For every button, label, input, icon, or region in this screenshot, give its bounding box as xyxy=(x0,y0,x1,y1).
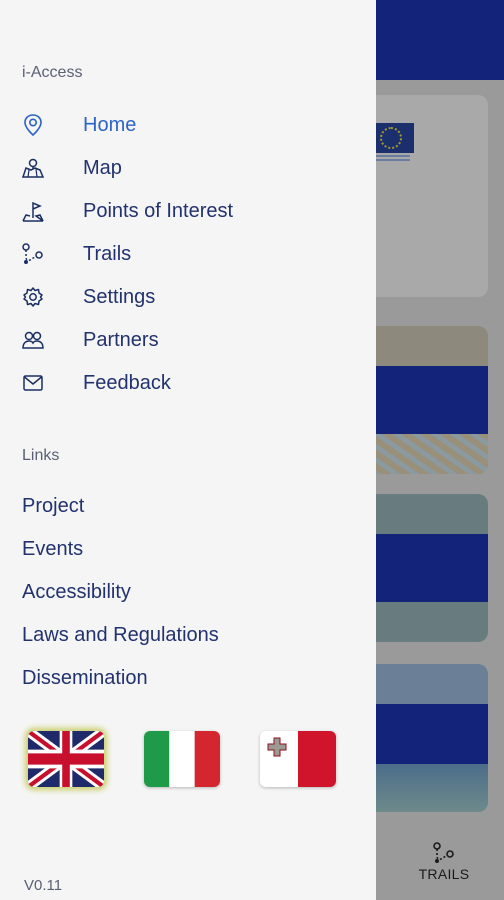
nav-item-map[interactable]: Map xyxy=(0,148,376,188)
app-version: V0.11 xyxy=(24,877,63,894)
map-icon xyxy=(20,155,46,181)
link-project[interactable]: Project xyxy=(22,495,84,518)
nav-item-points-of-interest[interactable]: Points of Interest xyxy=(0,191,376,231)
people-icon xyxy=(20,327,46,353)
nav-item-label: Feedback xyxy=(83,371,171,394)
bottom-nav-trails[interactable]: TRAILS xyxy=(412,838,476,882)
nav-item-label: Trails xyxy=(83,242,132,265)
language-english-button[interactable] xyxy=(28,731,104,787)
link-events[interactable]: Events xyxy=(22,538,83,561)
language-italian-button[interactable] xyxy=(144,731,220,787)
links-section-label: Links xyxy=(22,447,60,464)
home-card[interactable] xyxy=(362,664,488,812)
nav-item-label: Home xyxy=(83,113,137,136)
italy-flag-icon xyxy=(144,731,220,787)
language-maltese-button[interactable] xyxy=(260,731,336,787)
navigation-drawer: i-Access Home Map Points of Interest Tra… xyxy=(0,0,376,900)
bottom-nav-trails-label: TRAILS xyxy=(418,866,470,882)
nav-item-feedback[interactable]: Feedback xyxy=(0,363,376,403)
eu-flag-logo xyxy=(372,123,414,153)
home-card[interactable] xyxy=(362,494,488,642)
eu-logo-text xyxy=(372,155,410,161)
link-dissemination[interactable]: Dissemination xyxy=(22,667,148,690)
trail-route-icon xyxy=(433,842,454,863)
gear-icon xyxy=(20,284,46,310)
drawer-header-label: i-Access xyxy=(22,64,83,81)
nav-item-label: Partners xyxy=(83,328,159,351)
nav-item-settings[interactable]: Settings xyxy=(0,277,376,317)
nav-item-label: Points of Interest xyxy=(83,199,234,222)
home-card[interactable] xyxy=(362,326,488,474)
uk-flag-icon xyxy=(28,731,104,787)
nav-item-trails[interactable]: Trails xyxy=(0,234,376,274)
map-pin-icon xyxy=(20,112,46,138)
nav-item-home[interactable]: Home xyxy=(0,105,376,145)
link-laws-and-regulations[interactable]: Laws and Regulations xyxy=(22,624,219,647)
eu-card[interactable] xyxy=(362,95,488,297)
malta-flag-icon xyxy=(260,731,336,787)
nav-item-label: Settings xyxy=(83,285,156,308)
link-accessibility[interactable]: Accessibility xyxy=(22,581,131,604)
trail-route-icon xyxy=(20,241,46,267)
flag-marker-icon xyxy=(20,198,46,224)
nav-item-label: Map xyxy=(83,156,122,179)
envelope-icon xyxy=(20,370,46,396)
nav-item-partners[interactable]: Partners xyxy=(0,320,376,360)
